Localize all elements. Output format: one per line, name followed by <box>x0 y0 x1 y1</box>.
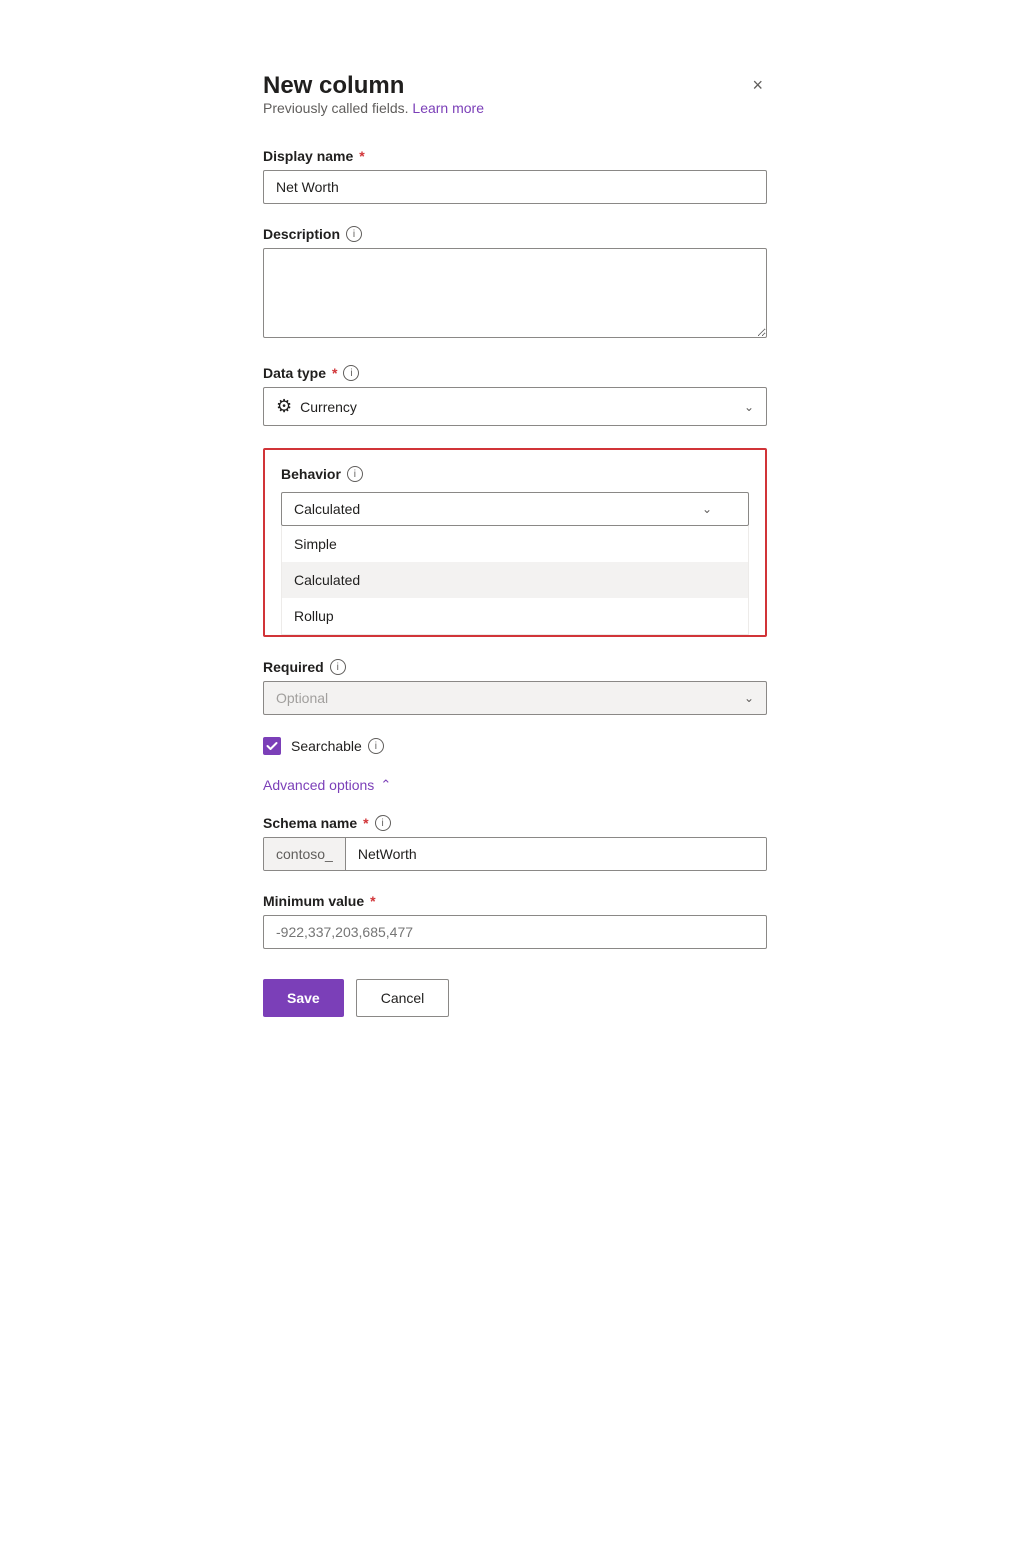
description-input[interactable] <box>263 248 767 338</box>
searchable-row: Searchable i <box>263 737 767 755</box>
schema-name-required-star: * <box>363 815 368 831</box>
save-button[interactable]: Save <box>263 979 344 1017</box>
minimum-value-label: Minimum value * <box>263 893 767 909</box>
behavior-chevron-icon: ⌄ <box>702 502 712 516</box>
schema-name-group: Schema name * i contoso_ <box>263 815 767 871</box>
advanced-options-chevron-icon: ⌃ <box>380 777 391 793</box>
minimum-value-required-star: * <box>370 893 375 909</box>
schema-name-input[interactable] <box>346 838 766 870</box>
searchable-label: Searchable i <box>291 738 384 754</box>
required-info-icon: i <box>330 659 346 675</box>
data-type-chevron-icon: ⌄ <box>744 400 754 414</box>
schema-name-row: contoso_ <box>263 837 767 871</box>
data-type-select[interactable]: ⚙ Currency ⌄ <box>263 387 767 426</box>
required-label: Required i <box>263 659 767 675</box>
required-chevron-icon: ⌄ <box>744 691 754 705</box>
data-type-info-icon: i <box>343 365 359 381</box>
description-label: Description i <box>263 226 767 242</box>
behavior-option-simple[interactable]: Simple <box>282 526 748 562</box>
minimum-value-input[interactable] <box>263 915 767 949</box>
data-type-group: Data type * i ⚙ Currency ⌄ <box>263 365 767 426</box>
behavior-info-icon: i <box>347 466 363 482</box>
new-column-panel: New column Previously called fields. Lea… <box>235 40 795 1057</box>
panel-subtitle: Previously called fields. Learn more <box>263 100 484 116</box>
data-type-required-star: * <box>332 365 337 381</box>
behavior-select[interactable]: Calculated ⌄ <box>281 492 749 526</box>
behavior-option-rollup[interactable]: Rollup <box>282 598 748 634</box>
description-info-icon: i <box>346 226 362 242</box>
behavior-select-container: Calculated ⌄ Simple Calculated Rollup <box>281 492 749 635</box>
schema-name-info-icon: i <box>375 815 391 831</box>
behavior-option-calculated[interactable]: Calculated <box>282 562 748 598</box>
required-group: Required i Optional ⌄ <box>263 659 767 715</box>
searchable-info-icon: i <box>368 738 384 754</box>
behavior-section: Behavior i Calculated ⌄ Simple Calculate… <box>263 448 767 637</box>
description-group: Description i <box>263 226 767 343</box>
data-type-label: Data type * i <box>263 365 767 381</box>
close-button[interactable]: × <box>748 72 767 98</box>
cancel-button[interactable]: Cancel <box>356 979 450 1017</box>
behavior-dropdown-list: Simple Calculated Rollup <box>281 526 749 635</box>
schema-prefix: contoso_ <box>264 838 346 870</box>
check-icon <box>266 740 278 752</box>
display-name-input[interactable] <box>263 170 767 204</box>
display-name-group: Display name * <box>263 148 767 204</box>
panel-header: New column Previously called fields. Lea… <box>263 72 767 144</box>
currency-icon: ⚙ <box>276 396 292 417</box>
panel-title: New column <box>263 72 484 100</box>
required-select-wrapper[interactable]: Optional ⌄ <box>263 681 767 715</box>
advanced-options-toggle[interactable]: Advanced options ⌃ <box>263 777 767 793</box>
behavior-label: Behavior i <box>281 466 749 482</box>
searchable-checkbox[interactable] <box>263 737 281 755</box>
minimum-value-group: Minimum value * <box>263 893 767 949</box>
schema-name-label: Schema name * i <box>263 815 767 831</box>
display-name-label: Display name * <box>263 148 767 164</box>
learn-more-link[interactable]: Learn more <box>412 100 484 116</box>
required-select[interactable]: Optional ⌄ <box>263 681 767 715</box>
button-row: Save Cancel <box>263 979 767 1017</box>
data-type-select-wrapper[interactable]: ⚙ Currency ⌄ <box>263 387 767 426</box>
required-star: * <box>359 148 364 164</box>
